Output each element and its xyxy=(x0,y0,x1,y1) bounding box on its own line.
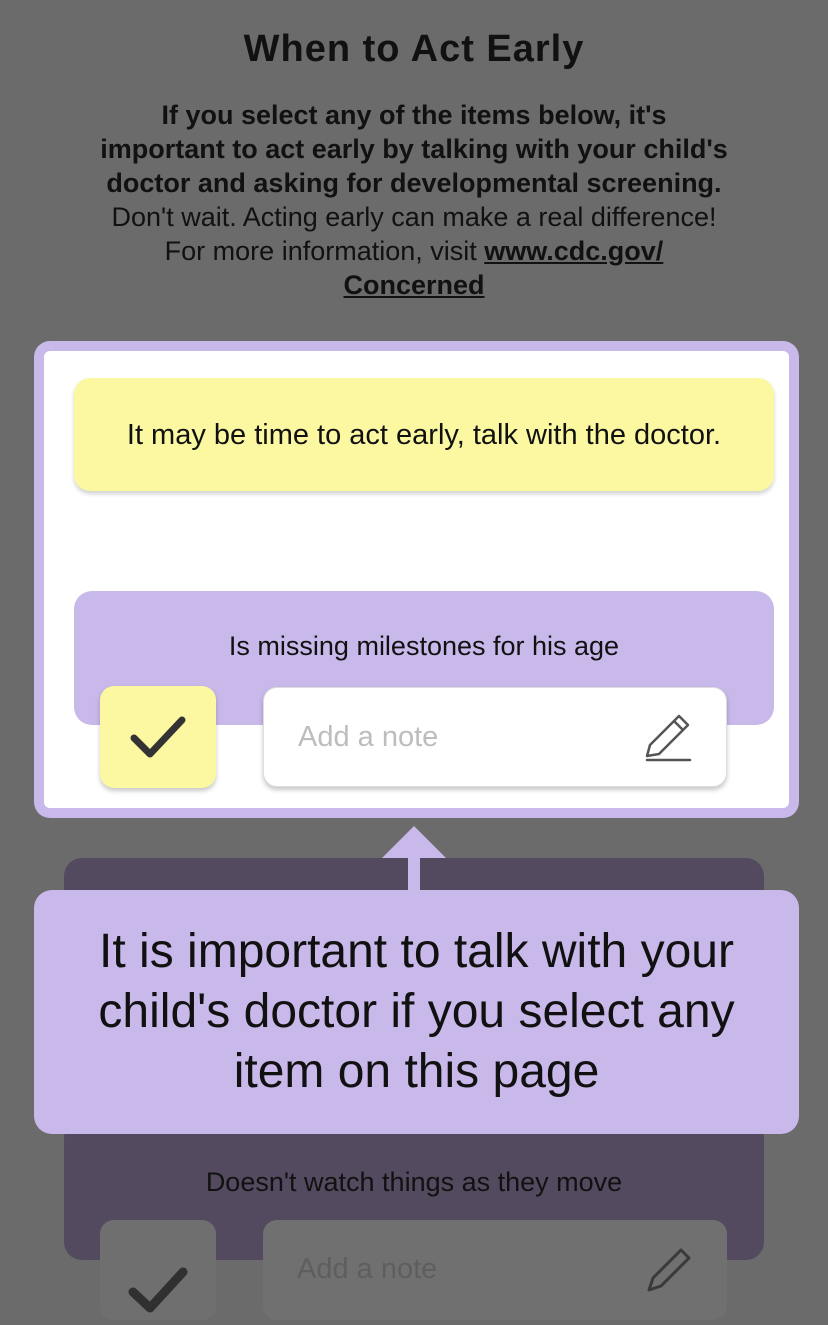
note-placeholder: Add a note xyxy=(298,721,439,753)
milestone-item-checkbox[interactable] xyxy=(100,686,216,788)
pencil-icon xyxy=(647,1248,691,1292)
background-item-label: Doesn't watch things as they move xyxy=(205,1167,623,1197)
arrow-up-icon xyxy=(382,826,446,894)
intro-bold-text: If you select any of the items below, it… xyxy=(100,100,728,198)
background-item-checkbox[interactable] xyxy=(100,1220,216,1320)
highlighted-section: It may be time to act early, talk with t… xyxy=(34,341,799,818)
pencil-icon xyxy=(645,714,692,762)
checkmark-icon xyxy=(128,1267,188,1313)
intro-text: If you select any of the items below, it… xyxy=(96,98,732,302)
milestone-item-note-field[interactable]: Add a note xyxy=(263,687,727,787)
checkmark-icon xyxy=(130,716,186,758)
act-early-banner: It may be time to act early, talk with t… xyxy=(74,378,774,491)
highlighted-section-content: It may be time to act early, talk with t… xyxy=(44,351,789,808)
background-item-note-field[interactable]: Add a note xyxy=(263,1220,727,1320)
note-placeholder: Add a note xyxy=(297,1253,438,1285)
page-title: When to Act Early xyxy=(243,28,585,70)
coach-tooltip[interactable]: It is important to talk with your child'… xyxy=(34,890,799,1134)
milestone-item-label: Is missing milestones for his age xyxy=(228,631,620,661)
